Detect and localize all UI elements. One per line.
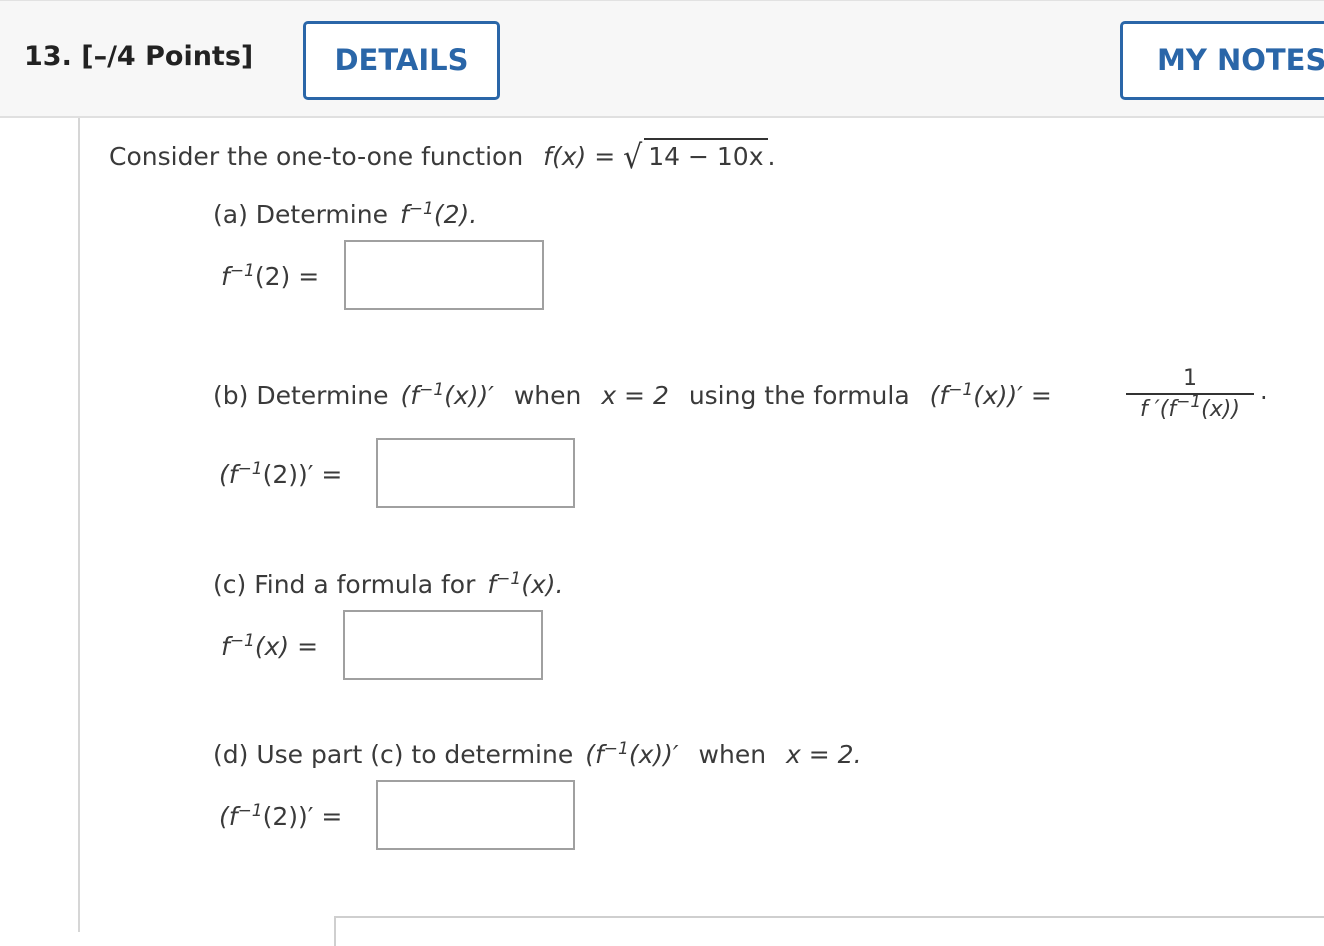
bottom-panel-edge	[334, 916, 1324, 946]
question-header: 13. [–/4 Points] DETAILS MY NOTES	[0, 0, 1324, 118]
formula-lhs: (f−1(x))′ =	[929, 380, 1052, 410]
part-a-prompt: (a) Determine f−1(2).	[213, 200, 477, 229]
part-b-x-value: x = 2	[601, 381, 669, 410]
part-a-prompt-text: (a) Determine	[213, 200, 388, 229]
part-c-answer-input[interactable]	[343, 610, 543, 680]
formula-period: .	[1260, 377, 1268, 405]
part-d-answer-input[interactable]	[376, 780, 575, 850]
part-d-prompt: (d) Use part (c) to determine (f−1(x))′ w…	[213, 740, 862, 769]
part-d-label-text: (2))′ =	[262, 802, 343, 831]
part-d-when-text: when	[698, 740, 767, 769]
content-left-border	[78, 118, 80, 932]
function-name: f(x)	[543, 142, 587, 171]
inverse-f-symbol: (f−1	[219, 459, 263, 489]
inverse-derivative-expr: (f−1(x))′	[585, 739, 679, 769]
part-b-answer-label: (f−1(2))′ =	[219, 460, 342, 489]
part-b-label-text: (2))′ =	[262, 460, 343, 489]
part-c-answer-label: f−1(x) =	[221, 632, 318, 661]
my-notes-button[interactable]: MY NOTES	[1120, 21, 1324, 100]
fraction-numerator: 1	[1126, 366, 1254, 395]
part-a-label-text: (2) =	[254, 262, 320, 291]
fraction-denominator: f ′(f−1(x))	[1140, 392, 1240, 423]
part-c-prompt-text: (c) Find a formula for	[213, 570, 476, 599]
radicand: 14 − 10x	[644, 138, 768, 171]
part-d-x-value: x = 2.	[786, 740, 862, 769]
inverse-f-symbol: (f−1	[219, 801, 263, 831]
part-b-answer-input[interactable]	[376, 438, 575, 508]
inverse-f-symbol: f−1(x).	[487, 569, 564, 599]
part-c-label-text: (x) =	[254, 632, 319, 661]
formula-fraction: 1 f ′(f−1(x))	[1120, 366, 1260, 422]
radical-icon: √	[623, 138, 643, 177]
part-a-answer-label: f−1(2) =	[221, 262, 319, 291]
statement-period: .	[767, 142, 776, 171]
part-c-prompt: (c) Find a formula for f−1(x).	[213, 570, 563, 599]
part-d-prompt-text: (d) Use part (c) to determine	[213, 740, 574, 769]
inverse-derivative-expr: (f−1(x))′	[400, 380, 494, 410]
equals-sign: =	[594, 142, 616, 171]
inverse-f-symbol: f−1(2).	[399, 199, 478, 229]
question-number-points: 13. [–/4 Points]	[24, 41, 254, 72]
inverse-f-symbol: f−1	[221, 261, 255, 291]
part-a-answer-input[interactable]	[344, 240, 544, 310]
part-b-prompt: (b) Determine (f−1(x))′ when x = 2 using …	[213, 381, 1052, 410]
part-b-when-text: when	[513, 381, 582, 410]
problem-statement: Consider the one-to-one function f(x) = …	[109, 138, 776, 177]
part-b-prompt-text: (b) Determine	[213, 381, 389, 410]
square-root-expression: √ 14 − 10x	[623, 138, 768, 177]
part-b-formula-text: using the formula	[688, 381, 910, 410]
inverse-f-symbol: f−1	[221, 631, 255, 661]
details-button[interactable]: DETAILS	[303, 21, 500, 100]
part-d-answer-label: (f−1(2))′ =	[219, 802, 342, 831]
problem-intro: Consider the one-to-one function	[109, 142, 524, 171]
